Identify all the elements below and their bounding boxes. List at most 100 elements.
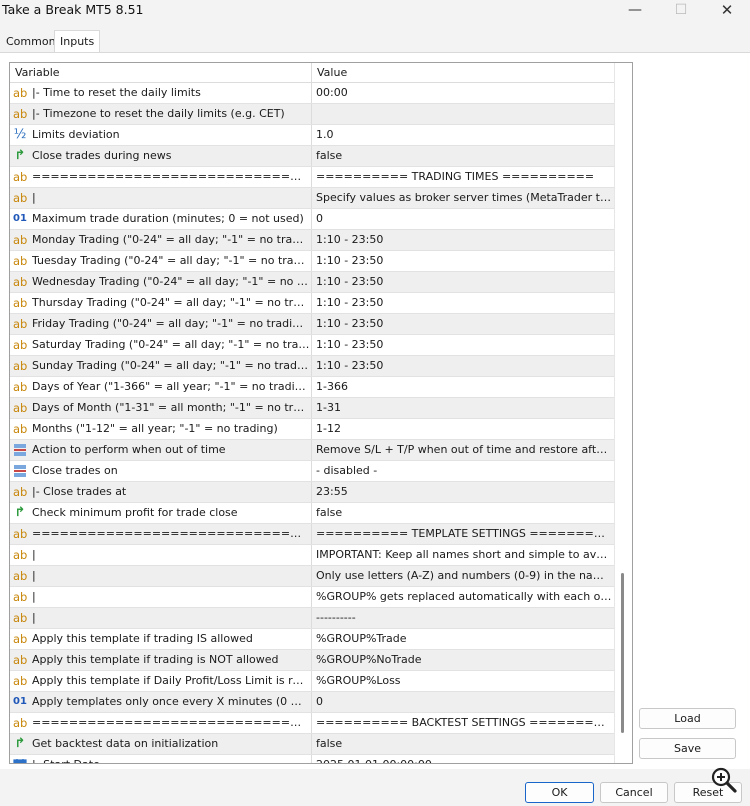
save-button[interactable]: Save [639, 738, 736, 759]
table-row[interactable]: ab Apply this template if trading is NOT … [10, 650, 614, 671]
table-row[interactable]: ab Saturday Trading ("0-24" = all day; "-… [10, 335, 614, 356]
variable-value[interactable]: false [316, 503, 612, 523]
table-row[interactable]: ab ============================== ========… [10, 713, 614, 734]
variable-value[interactable]: 1-366 [316, 377, 612, 397]
table-row[interactable]: ab Tuesday Trading ("0-24" = all day; "-1… [10, 251, 614, 272]
vertical-scrollbar[interactable] [614, 63, 632, 763]
string-type-icon: ab [13, 422, 28, 436]
column-divider [311, 440, 312, 460]
table-row[interactable]: Action to perform when out of time Remove… [10, 440, 614, 461]
table-row[interactable]: ab Apply this template if Daily Profit/Lo… [10, 671, 614, 692]
variable-name: |- Start Date [32, 755, 310, 763]
variable-value[interactable]: 1-31 [316, 398, 612, 418]
variable-name: Days of Month ("1-31" = all month; "-1" … [32, 401, 310, 414]
variable-value[interactable]: ========== TEMPLATE SETTINGS ========== [316, 524, 612, 544]
tab-common[interactable]: Common [1, 32, 61, 52]
column-divider [311, 545, 312, 565]
variable-value[interactable]: 1-12 [316, 419, 612, 439]
table-row[interactable]: 01 Maximum trade duration (minutes; 0 = n… [10, 209, 614, 230]
column-header-variable[interactable]: Variable [10, 63, 312, 82]
variable-value[interactable]: 00:00 [316, 83, 612, 103]
variable-value[interactable]: false [316, 146, 612, 166]
table-row[interactable]: ↱ Check minimum profit for trade close fal… [10, 503, 614, 524]
table-row[interactable]: ab Days of Year ("1-366" = all year; "-1"… [10, 377, 614, 398]
string-type-icon: ab [13, 233, 28, 247]
table-row[interactable]: ab Thursday Trading ("0-24" = all day; "-… [10, 293, 614, 314]
variable-value[interactable]: %GROUP% gets replaced automatically with… [316, 587, 612, 607]
table-row[interactable]: ab ============================== ========… [10, 167, 614, 188]
variable-name: |- Close trades at [32, 485, 127, 498]
table-row[interactable]: 01 Apply templates only once every X minu… [10, 692, 614, 713]
variable-name: Friday Trading ("0-24" = all day; "-1" =… [32, 317, 310, 330]
variable-value[interactable]: 0 [316, 692, 612, 712]
table-row[interactable]: ab Wednesday Trading ("0-24" = all day; "… [10, 272, 614, 293]
variable-value[interactable]: 23:55 [316, 482, 612, 502]
table-row[interactable]: ab | %GROUP% gets replaced automatically w… [10, 587, 614, 608]
variable-value[interactable]: Specify values as broker server times (M… [316, 188, 612, 208]
variable-value[interactable] [316, 104, 612, 124]
table-row[interactable]: |- Start Date 2025.01.01 00:00:00 [10, 755, 614, 763]
string-type-icon: ab [13, 527, 28, 541]
minimize-icon[interactable]: — [612, 0, 658, 22]
column-divider [311, 692, 312, 712]
table-row[interactable]: ½ Limits deviation 1.0 [10, 125, 614, 146]
table-row[interactable]: ab | ---------- [10, 608, 614, 629]
variable-name: | [32, 548, 36, 561]
variable-value[interactable]: 1.0 [316, 125, 612, 145]
tab-inputs[interactable]: Inputs [54, 30, 101, 53]
variable-value[interactable]: %GROUP%NoTrade [316, 650, 612, 670]
ok-button[interactable]: OK [525, 782, 594, 803]
variable-value[interactable]: ========== TRADING TIMES ========== [316, 167, 612, 187]
variable-value[interactable]: - disabled - [316, 461, 612, 481]
variable-value[interactable]: 1:10 - 23:50 [316, 230, 612, 250]
table-row[interactable]: ab | Only use letters (A-Z) and numbers (0… [10, 566, 614, 587]
column-divider [311, 755, 312, 763]
variable-value[interactable]: %GROUP%Trade [316, 629, 612, 649]
variable-name: Get backtest data on initialization [32, 737, 219, 750]
table-row[interactable]: ab |- Close trades at 23:55 [10, 482, 614, 503]
table-row[interactable]: ab |- Timezone to reset the daily limits … [10, 104, 614, 125]
variable-value[interactable]: false [316, 734, 612, 754]
load-button[interactable]: Load [639, 708, 736, 729]
string-type-icon: ab [13, 191, 28, 205]
table-row[interactable]: ab Monday Trading ("0-24" = all day; "-1"… [10, 230, 614, 251]
table-row[interactable]: ab | IMPORTANT: Keep all names short and s… [10, 545, 614, 566]
table-row[interactable]: ab |- Time to reset the daily limits 00:00 [10, 83, 614, 104]
variable-value[interactable]: 1:10 - 23:50 [316, 335, 612, 355]
column-divider [311, 83, 312, 103]
table-row[interactable]: ↱ Get backtest data on initialization fals… [10, 734, 614, 755]
variable-value[interactable]: 0 [316, 209, 612, 229]
table-row[interactable]: ↱ Close trades during news false [10, 146, 614, 167]
table-row[interactable]: ab Days of Month ("1-31" = all month; "-1… [10, 398, 614, 419]
table-row[interactable]: ab Apply this template if trading IS allo… [10, 629, 614, 650]
variable-value[interactable]: ---------- [316, 608, 612, 628]
variable-value[interactable]: 1:10 - 23:50 [316, 356, 612, 376]
table-row[interactable]: ab Friday Trading ("0-24" = all day; "-1"… [10, 314, 614, 335]
column-divider [311, 125, 312, 145]
variable-value[interactable]: 1:10 - 23:50 [316, 293, 612, 313]
scrollbar-thumb[interactable] [621, 573, 624, 733]
bool-type-icon: ↱ [14, 148, 26, 163]
string-type-icon: ab [13, 401, 28, 415]
variable-value[interactable]: ========== BACKTEST SETTINGS ========== [316, 713, 612, 733]
variable-value[interactable]: 2025.01.01 00:00:00 [316, 755, 612, 763]
column-divider [311, 188, 312, 208]
string-type-icon: ab [13, 254, 28, 268]
variable-value[interactable]: 1:10 - 23:50 [316, 251, 612, 271]
column-header-value[interactable]: Value [312, 63, 617, 82]
table-row[interactable]: ab | Specify values as broker server times… [10, 188, 614, 209]
table-row[interactable]: ab Months ("1-12" = all year; "-1" = no t… [10, 419, 614, 440]
close-icon[interactable]: ✕ [704, 0, 750, 22]
cancel-button[interactable]: Cancel [600, 782, 668, 803]
variable-value[interactable]: Remove S/L + T/P when out of time and re… [316, 440, 612, 460]
variable-value[interactable]: 1:10 - 23:50 [316, 272, 612, 292]
column-divider [311, 335, 312, 355]
variable-value[interactable]: %GROUP%Loss [316, 671, 612, 691]
maximize-icon[interactable]: ☐ [658, 0, 704, 22]
table-row[interactable]: Close trades on - disabled - [10, 461, 614, 482]
variable-value[interactable]: IMPORTANT: Keep all names short and simp… [316, 545, 612, 565]
table-row[interactable]: ab ============================== ========… [10, 524, 614, 545]
variable-value[interactable]: 1:10 - 23:50 [316, 314, 612, 334]
variable-value[interactable]: Only use letters (A-Z) and numbers (0-9)… [316, 566, 612, 586]
table-row[interactable]: ab Sunday Trading ("0-24" = all day; "-1"… [10, 356, 614, 377]
